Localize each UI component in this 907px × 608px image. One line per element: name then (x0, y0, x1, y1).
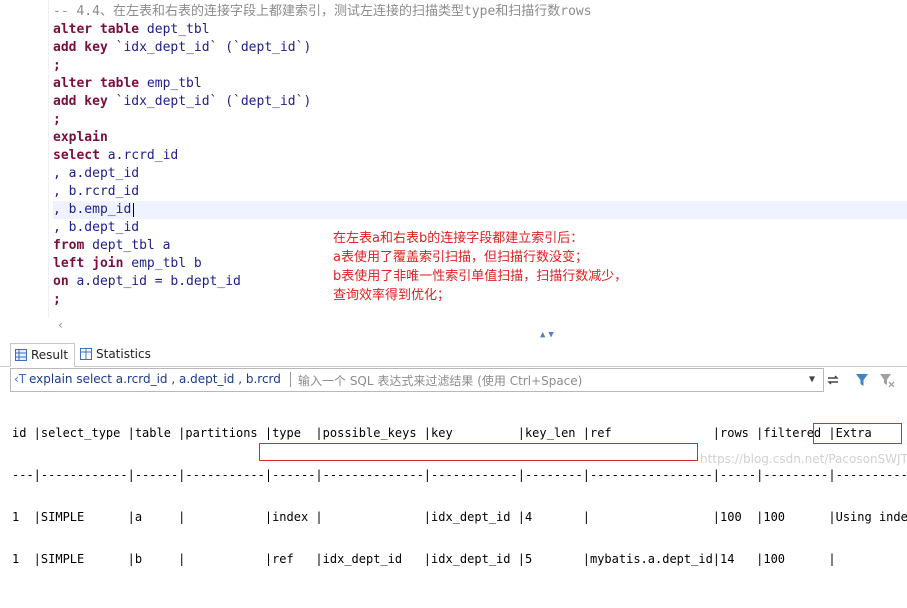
grid-header: id |select_type |table |partitions |type… (12, 426, 872, 440)
sql-keyword: add key (53, 94, 116, 109)
annotation-line: a表使用了覆盖索引扫描，但扫描行数没变； (333, 250, 588, 265)
sql-comment: -- 4.4、在左表和右表的连接字段上都建索引，测试左连接的扫描类型type和扫… (53, 4, 592, 19)
highlight-extra-box (813, 423, 902, 444)
watermark: https://blog.csdn.net/PacosonSWJTU (700, 452, 907, 466)
chevron-down-icon[interactable]: ▼ (809, 374, 815, 385)
sql-text: , b.dept_id (53, 220, 140, 235)
code-line[interactable]: -- 4.4、在左表和右表的连接字段上都建索引，测试左连接的扫描类型type和扫… (53, 3, 907, 21)
sql-keyword: ; (53, 112, 61, 127)
code-line[interactable]: select a.rcrd_id (53, 147, 907, 165)
code-line[interactable]: ; (53, 57, 907, 75)
sql-text: `idx_dept_id` (`dept_id`) (115, 94, 312, 109)
sql-keyword: ; (53, 292, 61, 307)
table-icon (80, 348, 92, 360)
editor-gutter (0, 0, 49, 318)
grid-divider: ---|------------|------|-----------|----… (12, 468, 907, 482)
sql-text: emp_tbl (146, 76, 202, 91)
annotation-line: 查询效率得到优化； (333, 288, 451, 303)
code-line[interactable]: add key `idx_dept_id` (`dept_id`) (53, 93, 907, 111)
sql-keyword: add key (53, 40, 116, 55)
sql-text: a.rcrd_id (107, 148, 179, 163)
sql-text: dept_tbl (146, 22, 210, 37)
text-caret (133, 202, 135, 217)
sql-filter-icon: ‹T (14, 372, 27, 386)
grid-icon (15, 349, 27, 361)
collapse-arrows-icon[interactable]: ▲▼ (540, 330, 557, 340)
result-grid: id |select_type |table |partitions |type… (0, 398, 907, 566)
sql-editor[interactable]: -- 4.4、在左表和右表的连接字段上都建索引，测试左连接的扫描类型type和扫… (0, 0, 907, 318)
code-line[interactable]: , a.dept_id (53, 165, 907, 183)
filter-input[interactable]: ‹T explain select a.rcrd_id , a.dept_id … (10, 368, 824, 392)
highlight-row-b-box (259, 443, 698, 461)
sql-keyword: from (53, 238, 93, 253)
horizontal-scrollbar[interactable]: ‹ (53, 318, 907, 334)
refresh-button[interactable] (823, 370, 843, 390)
tab-statistics[interactable]: Statistics (76, 343, 157, 365)
annotation-line: b表使用了非唯一性索引单值扫描，扫描行数减少， (333, 269, 628, 284)
filter-placeholder: 输入一个 SQL 表达式来过滤结果 (使用 Ctrl+Space) (298, 374, 583, 388)
code-line[interactable]: , b.emp_id (53, 201, 907, 219)
sql-keyword: left join (53, 256, 132, 271)
result-tabs: Result Statistics (0, 340, 907, 367)
filter-query-text: explain select a.rcrd_id , a.dept_id , b… (29, 372, 281, 386)
tab-result[interactable]: Result (10, 343, 76, 367)
sql-text: dept_tbl a (92, 238, 171, 253)
table-row[interactable]: 1 |SIMPLE |b | |ref |idx_dept_id |idx_de… (12, 552, 907, 566)
annotation-line: 在左表a和右表b的连接字段都建立索引后： (333, 231, 584, 246)
refresh-icon (827, 375, 839, 385)
sql-text: , a.dept_id (53, 166, 140, 181)
table-row[interactable]: 1 |SIMPLE |a | |index | |idx_dept_id |4 … (12, 510, 907, 524)
sql-keyword: select (53, 148, 108, 163)
funnel-clear-icon (880, 374, 895, 388)
tab-result-label: Result (31, 348, 69, 362)
scroll-left-icon[interactable]: ‹ (57, 318, 64, 332)
sql-text: emp_tbl b (131, 256, 202, 271)
code-line[interactable]: explain (53, 129, 907, 147)
sql-text: `idx_dept_id` (`dept_id`) (115, 40, 312, 55)
sql-keyword: alter table (53, 76, 147, 91)
clear-filter-button[interactable] (877, 370, 897, 390)
sql-keyword: ; (53, 58, 61, 73)
code-line[interactable]: add key `idx_dept_id` (`dept_id`) (53, 39, 907, 57)
sql-text: a.dept_id = b.dept_id (76, 274, 241, 289)
code-line[interactable]: alter table emp_tbl (53, 75, 907, 93)
sql-text: , b.rcrd_id (53, 184, 140, 199)
code-line[interactable]: ; (53, 111, 907, 129)
sql-keyword: explain (53, 130, 108, 145)
sql-keyword: alter table (53, 22, 147, 37)
sql-keyword: on (53, 274, 77, 289)
sql-text: , b.emp_id (53, 202, 132, 217)
funnel-icon (856, 374, 868, 386)
annotation-text: 在左表a和右表b的连接字段都建立索引后： a表使用了覆盖索引扫描，但扫描行数没变；… (333, 229, 627, 305)
filter-button[interactable] (853, 370, 873, 390)
code-line[interactable]: , b.rcrd_id (53, 183, 907, 201)
tab-statistics-label: Statistics (96, 347, 151, 361)
filter-separator (290, 372, 291, 387)
code-line[interactable]: alter table dept_tbl (53, 21, 907, 39)
